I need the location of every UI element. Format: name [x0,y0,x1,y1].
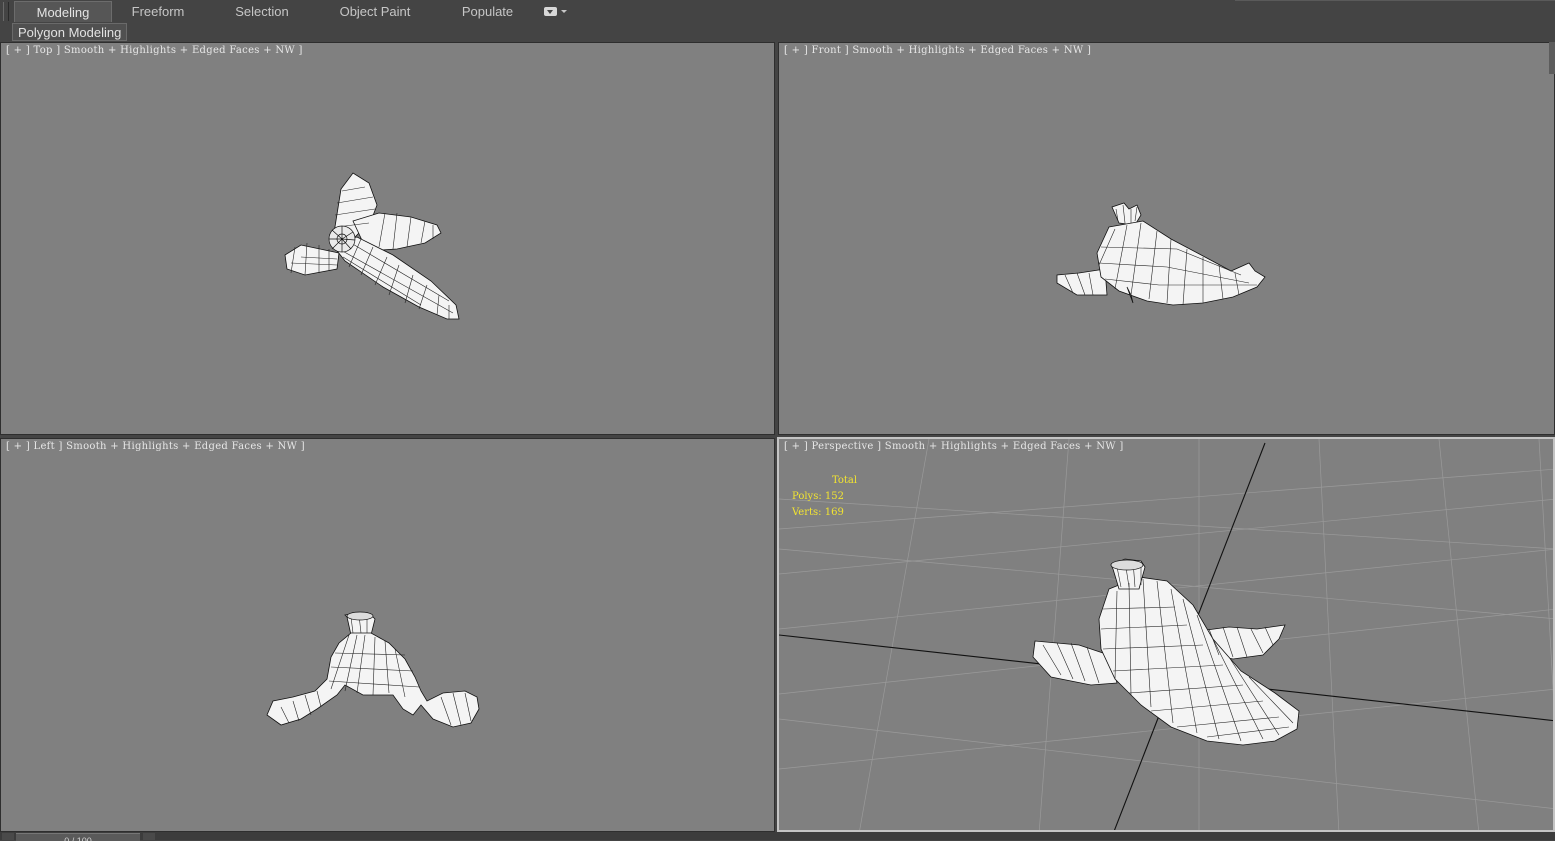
model-perspective-view [1032,558,1300,746]
model-left-view [266,611,480,728]
model-top-view [284,172,460,320]
time-next-button[interactable] [143,833,155,840]
model-front-view [1056,202,1266,306]
right-edge-scrollbar[interactable] [1549,42,1555,74]
viewport-top[interactable]: [ + ] Top ] Smooth + Highlights + Edged … [0,42,775,435]
ribbon-options-dropdown[interactable] [542,5,570,19]
viewport-left[interactable]: [ + ] Left ] Smooth + Highlights + Edged… [0,438,775,832]
tab-modeling[interactable]: Modeling [14,1,112,22]
ribbon-tab-bar: Modeling Freeform Selection Object Paint… [0,0,1555,24]
time-prev-button[interactable] [2,833,14,840]
viewport-perspective[interactable]: [ + ] Perspective ] Smooth + Highlights … [777,437,1555,832]
polygon-modeling-button[interactable]: Polygon Modeling [12,23,128,41]
chevron-down-icon [561,10,567,13]
viewport-front[interactable]: [ + ] Front ] Smooth + Highlights + Edge… [778,42,1555,435]
tab-object-paint[interactable]: Object Paint [330,1,420,22]
ribbon-options-icon [544,7,557,16]
status-bar [0,832,1555,840]
ribbon-grip[interactable] [3,2,9,21]
tab-selection[interactable]: Selection [222,1,302,22]
tab-freeform[interactable]: Freeform [118,1,198,22]
ribbon-divider [1235,0,1555,1]
tab-populate[interactable]: Populate [450,1,525,22]
ribbon-panel-row: Polygon Modeling [0,23,1555,42]
